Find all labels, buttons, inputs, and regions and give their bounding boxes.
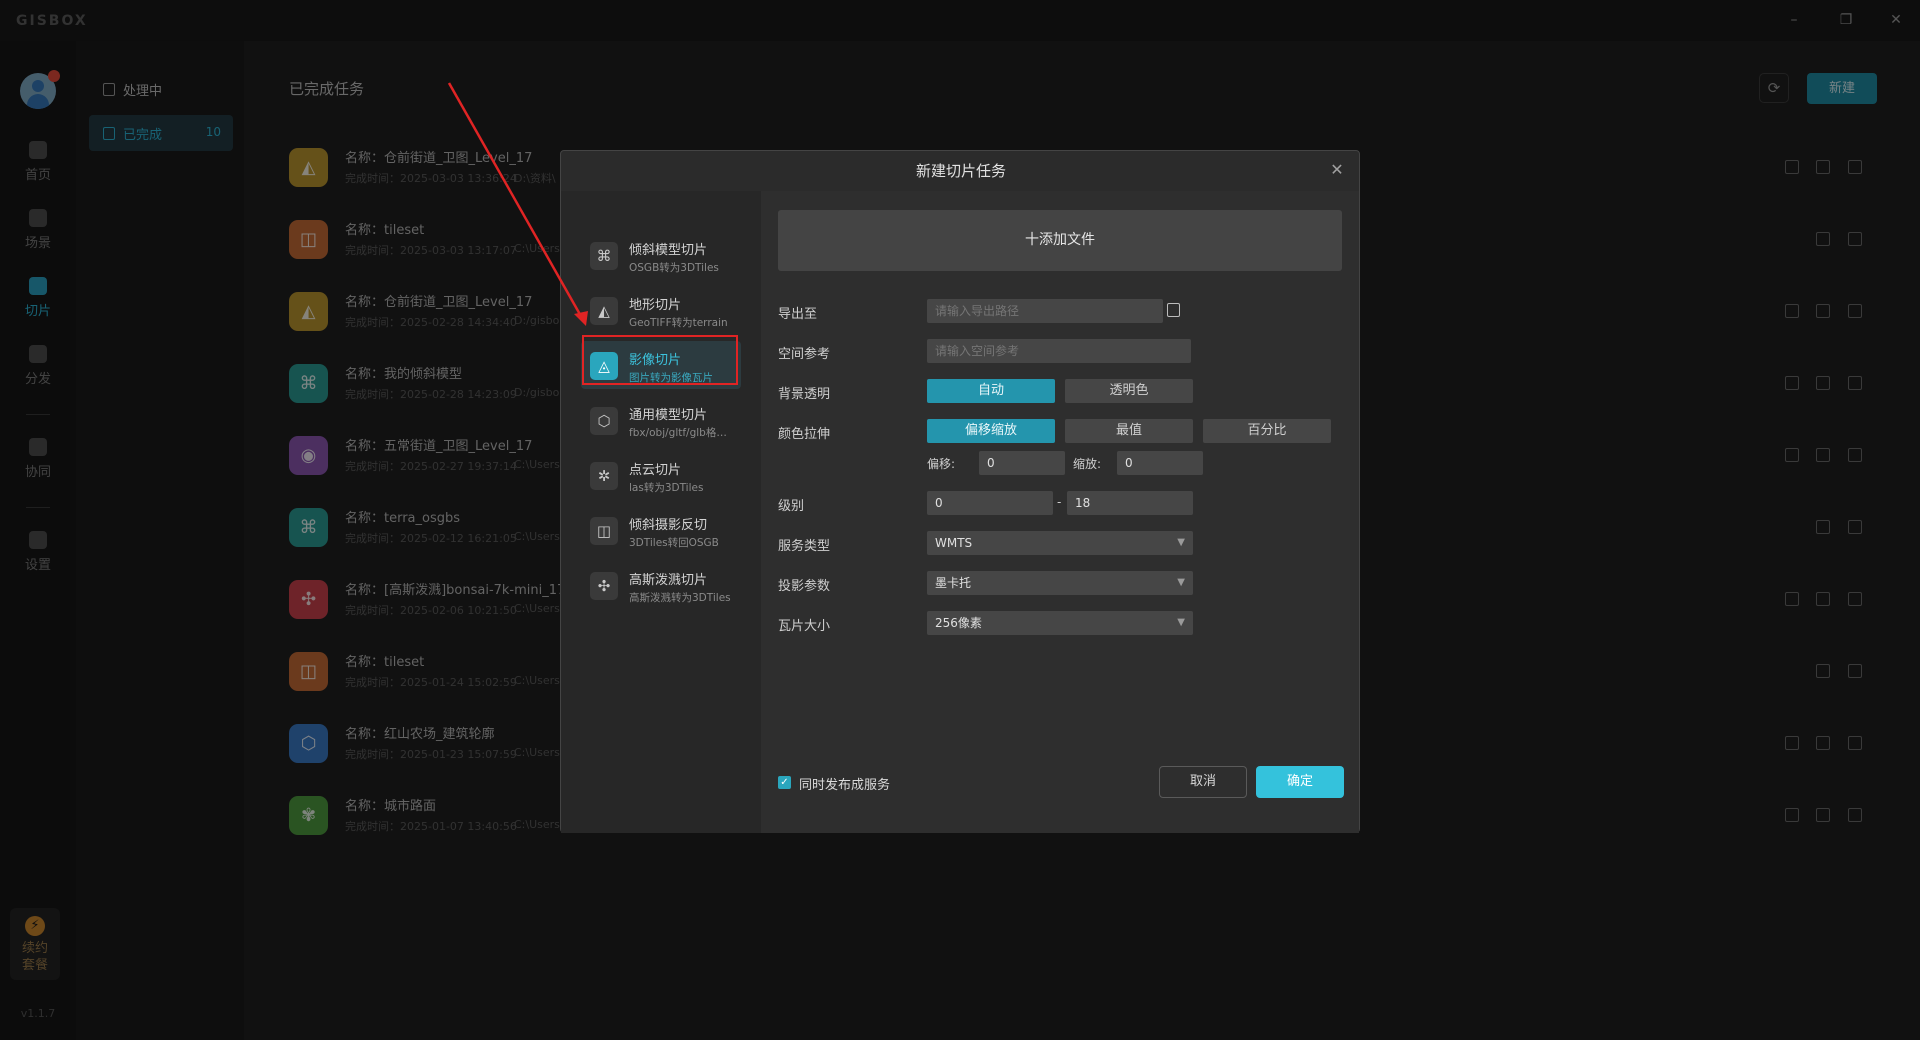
annotation-arrow xyxy=(447,82,588,326)
